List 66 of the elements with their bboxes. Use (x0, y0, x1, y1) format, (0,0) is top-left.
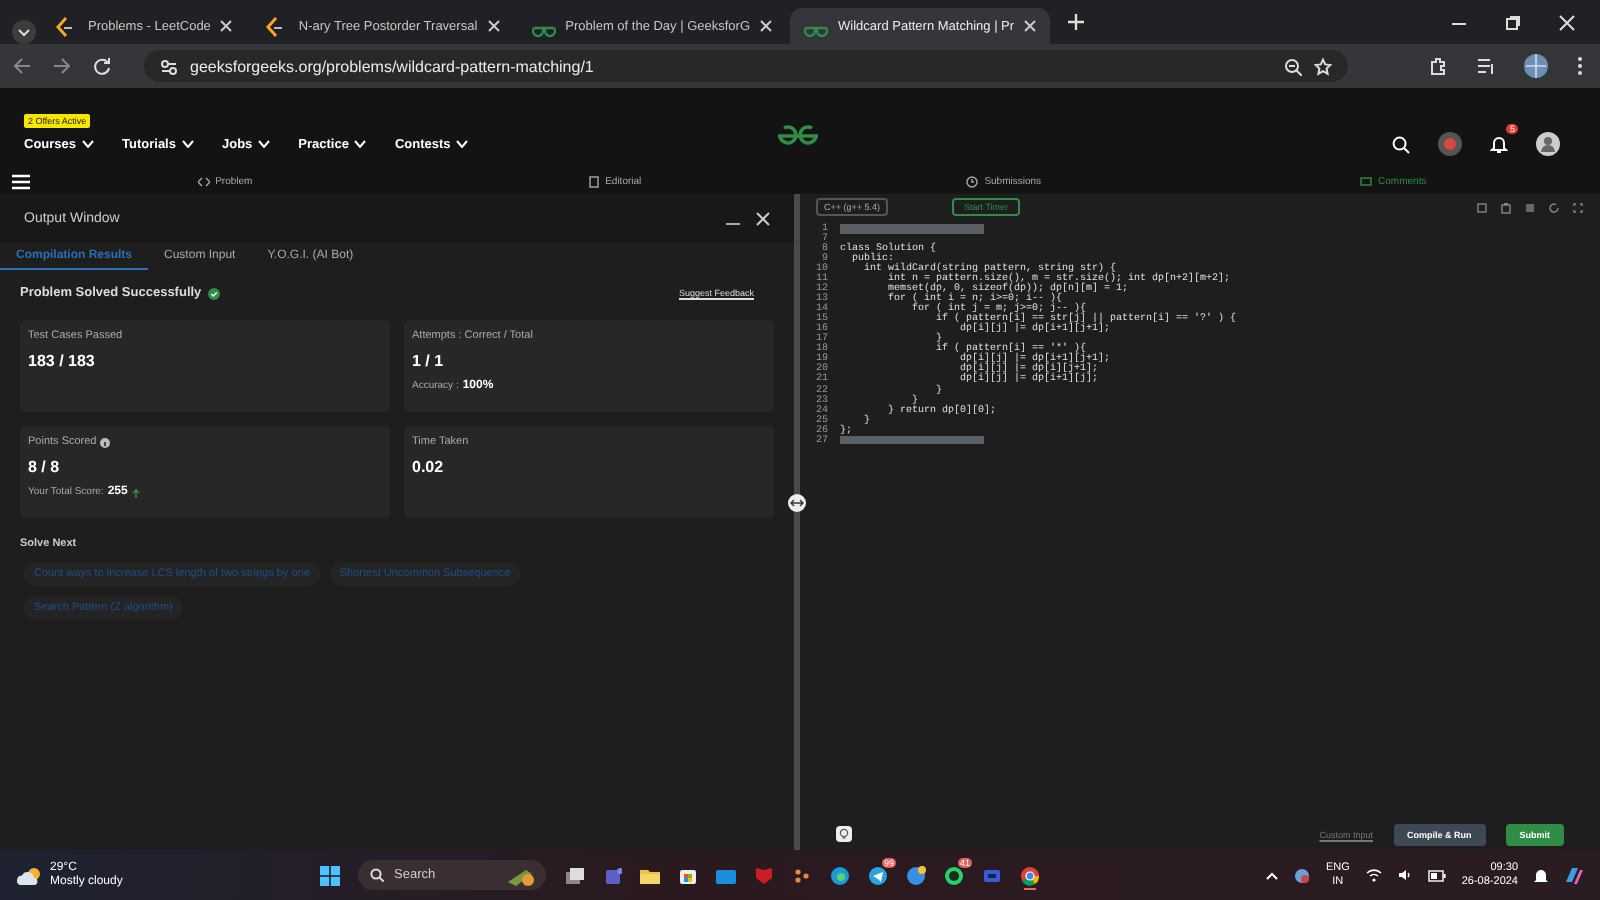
address-bar[interactable]: geeksforgeeks.org/problems/wildcard-pattern-matching/1 (144, 50, 1348, 82)
close-icon[interactable] (756, 211, 770, 225)
card-value: 1 / 1 (412, 352, 446, 370)
close-icon[interactable] (760, 20, 773, 32)
weather-icon (16, 865, 44, 885)
new-tab-icon[interactable] (1066, 12, 1087, 32)
copilot-icon[interactable] (1564, 865, 1584, 885)
chevron-icon (258, 140, 271, 148)
more-icon[interactable] (1576, 56, 1584, 76)
windows-start-icon[interactable] (320, 865, 340, 885)
app-icon[interactable] (564, 865, 584, 885)
paste-icon[interactable] (1500, 201, 1512, 213)
text-selection (840, 224, 984, 234)
battery-icon[interactable] (1427, 869, 1446, 881)
tab-icon (197, 175, 210, 187)
search-icon (370, 868, 384, 882)
check-icon (207, 287, 220, 299)
app-icon[interactable] (906, 865, 926, 885)
chevron-icon (82, 140, 95, 148)
app-icon[interactable] (830, 865, 850, 885)
site-settings-icon (160, 57, 178, 75)
reload-icon[interactable] (92, 56, 112, 76)
card-value: 183 / 183 (28, 352, 97, 370)
extensions-icon[interactable] (1428, 56, 1448, 76)
tab-icon (966, 175, 979, 187)
volume-icon[interactable] (1397, 868, 1412, 882)
fullscreen-icon[interactable] (1572, 201, 1584, 213)
zoom-icon[interactable] (1284, 57, 1302, 75)
chevron-up-icon[interactable] (1265, 871, 1278, 879)
tab-list-icon[interactable] (12, 20, 36, 44)
app-icon[interactable] (1020, 865, 1040, 885)
wifi-icon[interactable] (1365, 868, 1382, 882)
copy-icon[interactable] (1476, 201, 1488, 213)
back-icon[interactable] (12, 56, 32, 76)
app-icon[interactable] (944, 865, 964, 885)
forward-icon[interactable] (52, 56, 72, 76)
card-value: 0.02 (412, 458, 446, 476)
app-icon[interactable] (792, 865, 812, 885)
bell-icon[interactable] (1490, 134, 1508, 154)
app-icon[interactable] (640, 865, 660, 885)
app-icon[interactable] (868, 865, 888, 885)
app-icon[interactable] (678, 865, 698, 885)
chevron-icon (354, 140, 367, 148)
lightbulb-icon[interactable] (836, 826, 852, 842)
close-icon[interactable] (220, 20, 233, 32)
close-icon[interactable] (487, 20, 500, 32)
profile-icon[interactable] (1524, 54, 1548, 78)
search-icon[interactable] (1392, 135, 1410, 153)
chevron-icon (456, 140, 469, 148)
logo-icon[interactable] (776, 124, 820, 148)
avatar-icon[interactable] (1536, 132, 1560, 156)
close-icon[interactable] (1558, 13, 1576, 31)
reset-icon[interactable] (1548, 201, 1560, 213)
close-icon[interactable] (1024, 20, 1037, 32)
media-icon[interactable] (1476, 56, 1496, 76)
star-icon[interactable] (1314, 57, 1332, 75)
tab-icon (1360, 175, 1373, 187)
search-highlight-drawing (506, 865, 534, 885)
card-value: 8 / 8 (28, 458, 62, 476)
text-selection (840, 435, 984, 445)
chevron-icon (181, 140, 194, 148)
favicon-icon (54, 15, 78, 37)
restore-icon[interactable] (1504, 13, 1522, 31)
notification-icon[interactable] (1534, 867, 1548, 883)
menu-icon[interactable] (12, 173, 30, 189)
tab-icon (587, 175, 600, 187)
